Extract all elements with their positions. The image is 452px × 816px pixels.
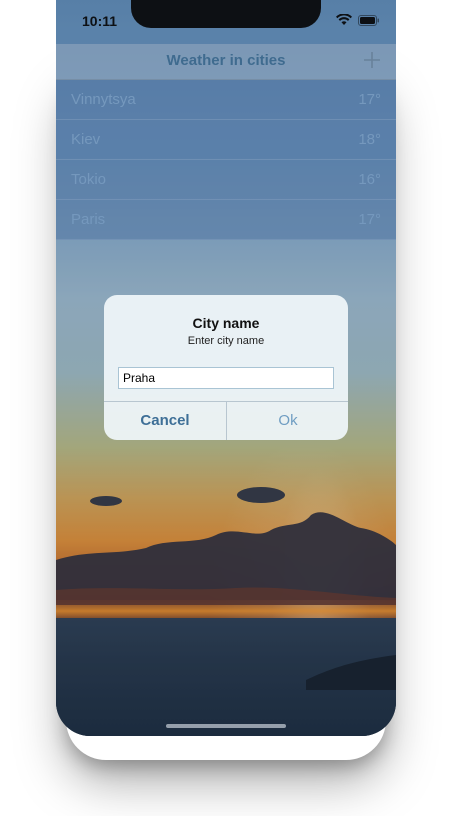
city-name-alert: City name Enter city name Cancel Ok [104,295,348,440]
phone-screen: 10:11 Weather in cities Vinnytsya 17° Ki… [56,0,396,736]
cancel-button[interactable]: Cancel [104,402,226,440]
alert-title: City name [192,315,260,331]
city-name-input[interactable] [118,367,334,389]
ok-button[interactable]: Ok [227,402,348,440]
home-indicator[interactable] [166,724,286,728]
alert-message: Enter city name [187,335,265,347]
